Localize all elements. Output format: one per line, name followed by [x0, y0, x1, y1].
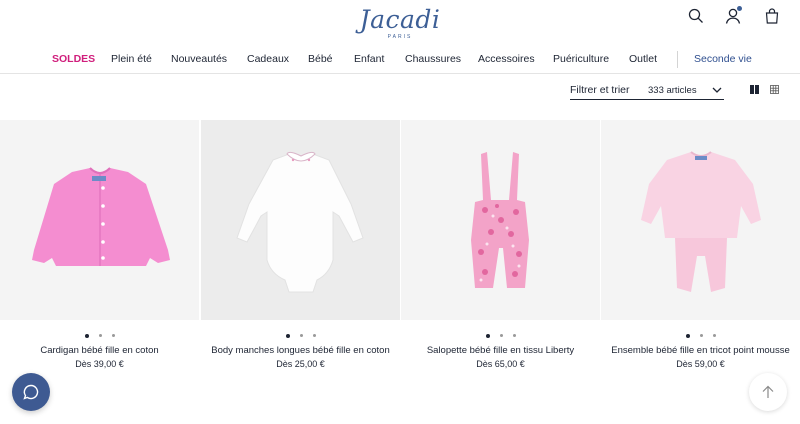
product-image-pink-knit-set[interactable] — [601, 120, 800, 320]
filter-sort-dropdown[interactable]: Filtrer et trier 333 articles — [570, 82, 724, 100]
chat-icon — [23, 384, 39, 400]
nav-item-outlet[interactable]: Outlet — [629, 52, 657, 66]
article-count: 333 articles — [648, 85, 697, 96]
product-price: Dès 65,00 € — [476, 359, 525, 369]
nav-item-seconde-vie[interactable]: Seconde vie — [694, 52, 752, 66]
product-price: Dès 39,00 € — [75, 359, 124, 369]
product-image-floral-overalls[interactable] — [401, 120, 600, 320]
product-price: Dès 59,00 € — [676, 359, 725, 369]
filter-sort-label: Filtrer et trier — [570, 84, 630, 96]
site-header: Jacadi PARIS — [0, 0, 800, 46]
chevron-down-icon — [712, 87, 722, 93]
grid-small-icon[interactable] — [770, 85, 779, 94]
product-name[interactable]: Salopette bébé fille en tissu Liberty — [401, 345, 600, 357]
image-carousel-dots[interactable] — [0, 327, 199, 338]
product-image-pink-cardigan[interactable] — [0, 120, 199, 320]
brand-name: Jacadi — [359, 5, 441, 34]
shopping-bag-icon[interactable] — [763, 7, 781, 25]
nav-divider — [677, 51, 678, 68]
nav-item-cadeaux[interactable]: Cadeaux — [247, 52, 289, 66]
nav-item-accessoires[interactable]: Accessoires — [478, 52, 535, 66]
chat-button[interactable] — [12, 373, 50, 411]
arrow-up-icon — [762, 385, 774, 398]
product-card[interactable]: Salopette bébé fille en tissu Liberty Dè… — [401, 120, 600, 424]
product-price: Dès 25,00 € — [276, 359, 325, 369]
product-grid: Cardigan bébé fille en coton Dès 39,00 €… — [0, 120, 800, 424]
image-carousel-dots[interactable] — [401, 327, 600, 338]
product-card[interactable]: Body manches longues bébé fille en coton… — [201, 120, 400, 424]
nav-item-soldes[interactable]: SOLDES — [52, 52, 95, 66]
back-to-top-button[interactable] — [749, 373, 787, 411]
nav-item-bebe[interactable]: Bébé — [308, 52, 333, 66]
notification-dot — [737, 6, 742, 11]
search-icon[interactable] — [687, 7, 705, 25]
product-image-white-bodysuit[interactable] — [201, 120, 400, 320]
nav-item-chaussures[interactable]: Chaussures — [405, 52, 461, 66]
grid-large-icon[interactable] — [750, 85, 759, 94]
brand-logo[interactable]: Jacadi PARIS — [0, 5, 800, 41]
image-carousel-dots[interactable] — [201, 327, 400, 338]
brand-subtitle: PARIS — [387, 34, 413, 40]
nav-item-puericulture[interactable]: Puériculture — [553, 52, 609, 66]
user-icon[interactable] — [724, 6, 742, 25]
product-name[interactable]: Cardigan bébé fille en coton — [0, 345, 199, 357]
product-name[interactable]: Body manches longues bébé fille en coton — [201, 345, 400, 357]
listing-toolbar: Filtrer et trier 333 articles — [0, 80, 800, 102]
image-carousel-dots[interactable] — [601, 327, 800, 338]
product-name[interactable]: Ensemble bébé fille en tricot point mous… — [601, 345, 800, 357]
nav-item-plein-ete[interactable]: Plein été — [111, 52, 152, 66]
nav-item-enfant[interactable]: Enfant — [354, 52, 384, 66]
main-navigation: SOLDES Plein été Nouveautés Cadeaux Bébé… — [0, 46, 800, 74]
nav-item-nouveautes[interactable]: Nouveautés — [171, 52, 227, 66]
